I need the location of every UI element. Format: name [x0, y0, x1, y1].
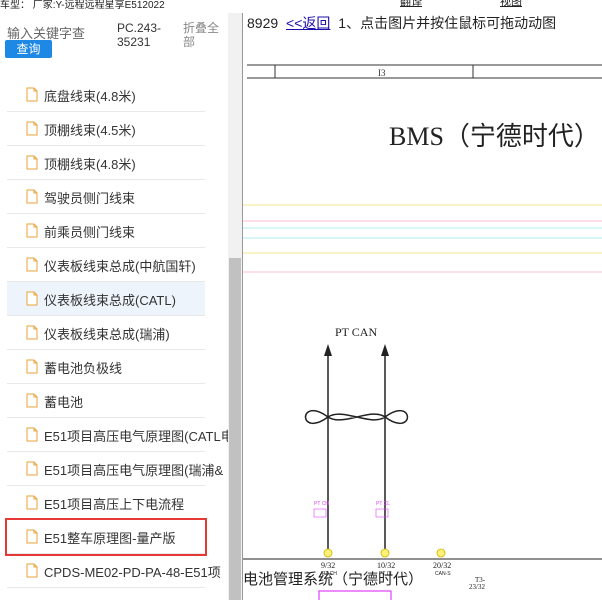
tree-item-label: 顶棚线束(4.8米)	[44, 157, 136, 172]
collapse-all-button[interactable]: 折叠全部	[183, 21, 225, 49]
document-icon	[26, 189, 38, 204]
tree-item-label: 驾驶员侧门线束	[44, 191, 136, 206]
wire-tag-box-right	[375, 508, 389, 518]
back-link[interactable]: <<返回	[286, 15, 330, 31]
document-icon	[26, 155, 38, 170]
tree-item[interactable]: 仪表板线束总成(中航国轩)	[7, 248, 205, 282]
diagram-title: BMS（宁德时代）	[389, 122, 600, 151]
document-icon	[26, 223, 38, 238]
document-icon	[26, 291, 38, 306]
arrow-left	[324, 344, 332, 356]
document-icon	[26, 87, 38, 102]
tree-item-label: 仪表板线束总成(中航国轩)	[44, 259, 196, 274]
arrow-right	[381, 344, 389, 356]
document-icon	[26, 393, 38, 408]
tree-item-label: E51整车原理图-量产版	[44, 531, 176, 546]
wire-tag-left: PT CH	[314, 501, 329, 507]
pin-20	[436, 548, 446, 558]
search-area: 输入关键字查 查询 PC.243-35231 折叠全部	[0, 13, 228, 75]
tree-item-label: E51项目高压电气原理图(瑞浦&	[44, 463, 224, 478]
tree-item[interactable]: 底盘线束(4.8米)	[7, 78, 205, 112]
document-icon	[26, 121, 38, 136]
tree-item[interactable]: 前乘员侧门线束	[7, 214, 205, 248]
tree-item[interactable]: 仪表板线束总成(瑞浦)	[7, 316, 205, 350]
diagram-footer-title: 电池管理系统（宁德时代）	[243, 571, 424, 588]
pin-name-20: CAN-S	[435, 571, 451, 577]
tree-item-label: 顶棚线束(4.5米)	[44, 123, 136, 138]
tree-item[interactable]: 蓄电池负极线	[7, 350, 205, 384]
zone-label: I3	[378, 68, 386, 78]
pin-10	[380, 548, 390, 558]
tree-item[interactable]: CPDS-ME02-PD-PA-48-E51项	[7, 554, 221, 588]
document-icon	[26, 257, 38, 272]
car-model-label: 车型： 厂家:Y-远程远程星享E512022	[0, 0, 165, 11]
wiring-diagram[interactable]: I3 BMS（宁德时代） PT CAN PT CH PT CL 9/32 10/…	[243, 35, 602, 600]
instruction-text: 1、点击图片并按住鼠标可拖动动图	[338, 15, 557, 31]
document-icon	[26, 529, 38, 544]
wire-tag-right: PT CL	[376, 501, 390, 507]
tree-item[interactable]: E51项目高压电气原理图(瑞浦&	[7, 452, 223, 486]
tree-item[interactable]: 仪表板线束总成(CATL)	[7, 282, 205, 316]
wire-tag-box-left	[313, 508, 327, 518]
pin-num-20: 20/32	[433, 561, 451, 570]
tree-item[interactable]: 顶棚线束(4.5米)	[7, 112, 205, 146]
diagram-viewer: 8929 <<返回 1、点击图片并按住鼠标可拖动动图 I3 BMS（宁德时代） …	[242, 13, 602, 600]
toolbar-link-view[interactable]: 视图	[500, 0, 522, 8]
tree-item[interactable]: E51项目高压上下电流程	[7, 486, 205, 520]
pc-code-label: PC.243-35231	[117, 21, 162, 49]
document-icon	[26, 359, 38, 374]
tree-item-label: 前乘员侧门线束	[44, 225, 136, 240]
tree-item-label: 蓄电池	[44, 395, 84, 410]
document-icon	[26, 427, 38, 442]
tree-item[interactable]: E51整车原理图-量产版	[5, 518, 207, 556]
tree-item-label: E51项目高压上下电流程	[44, 497, 185, 512]
toolbar-link-translate[interactable]: 翻译	[400, 0, 422, 8]
tree-item-label: CPDS-ME02-PD-PA-48-E51项	[44, 565, 221, 580]
tree-item-label: E51项目高压电气原理图(CATL电	[44, 429, 234, 444]
tree-item[interactable]: 蓄电池	[7, 384, 205, 418]
doc-number: 8929	[247, 15, 279, 31]
component-box	[318, 590, 392, 600]
scrollbar-thumb[interactable]	[229, 258, 241, 600]
document-icon	[26, 563, 38, 578]
tree-item-label: 底盘线束(4.8米)	[44, 89, 136, 104]
top-strip: 车型： 厂家:Y-远程远程星享E512022 翻译 视图	[0, 0, 602, 13]
tree-item-label: 仪表板线束总成(CATL)	[44, 293, 176, 308]
left-panel: 输入关键字查 查询 PC.243-35231 折叠全部 底盘线束(4.8米) 顶棚…	[0, 13, 242, 600]
can-label: PT CAN	[335, 325, 377, 339]
ref-label-2: 23/32	[469, 583, 485, 591]
document-icon	[26, 461, 38, 476]
tree-item-label: 仪表板线束总成(瑞浦)	[44, 327, 170, 342]
viewer-header: 8929 <<返回 1、点击图片并按住鼠标可拖动动图	[243, 13, 602, 35]
twisted-pair-symbol	[304, 410, 409, 424]
tree-item-label: 蓄电池负极线	[44, 361, 123, 376]
tree-list: 底盘线束(4.8米) 顶棚线束(4.5米) 顶棚线束(4.8米) 驾驶员侧门线束 前乘员…	[0, 78, 234, 588]
tree-item[interactable]: 驾驶员侧门线束	[7, 180, 205, 214]
pin-9	[323, 548, 333, 558]
tree-item[interactable]: 顶棚线束(4.8米)	[7, 146, 205, 180]
query-button[interactable]: 查询	[5, 40, 52, 58]
document-icon	[26, 495, 38, 510]
document-icon	[26, 325, 38, 340]
left-scrollbar[interactable]	[228, 13, 242, 600]
tree-item[interactable]: E51项目高压电气原理图(CATL电	[7, 418, 234, 452]
